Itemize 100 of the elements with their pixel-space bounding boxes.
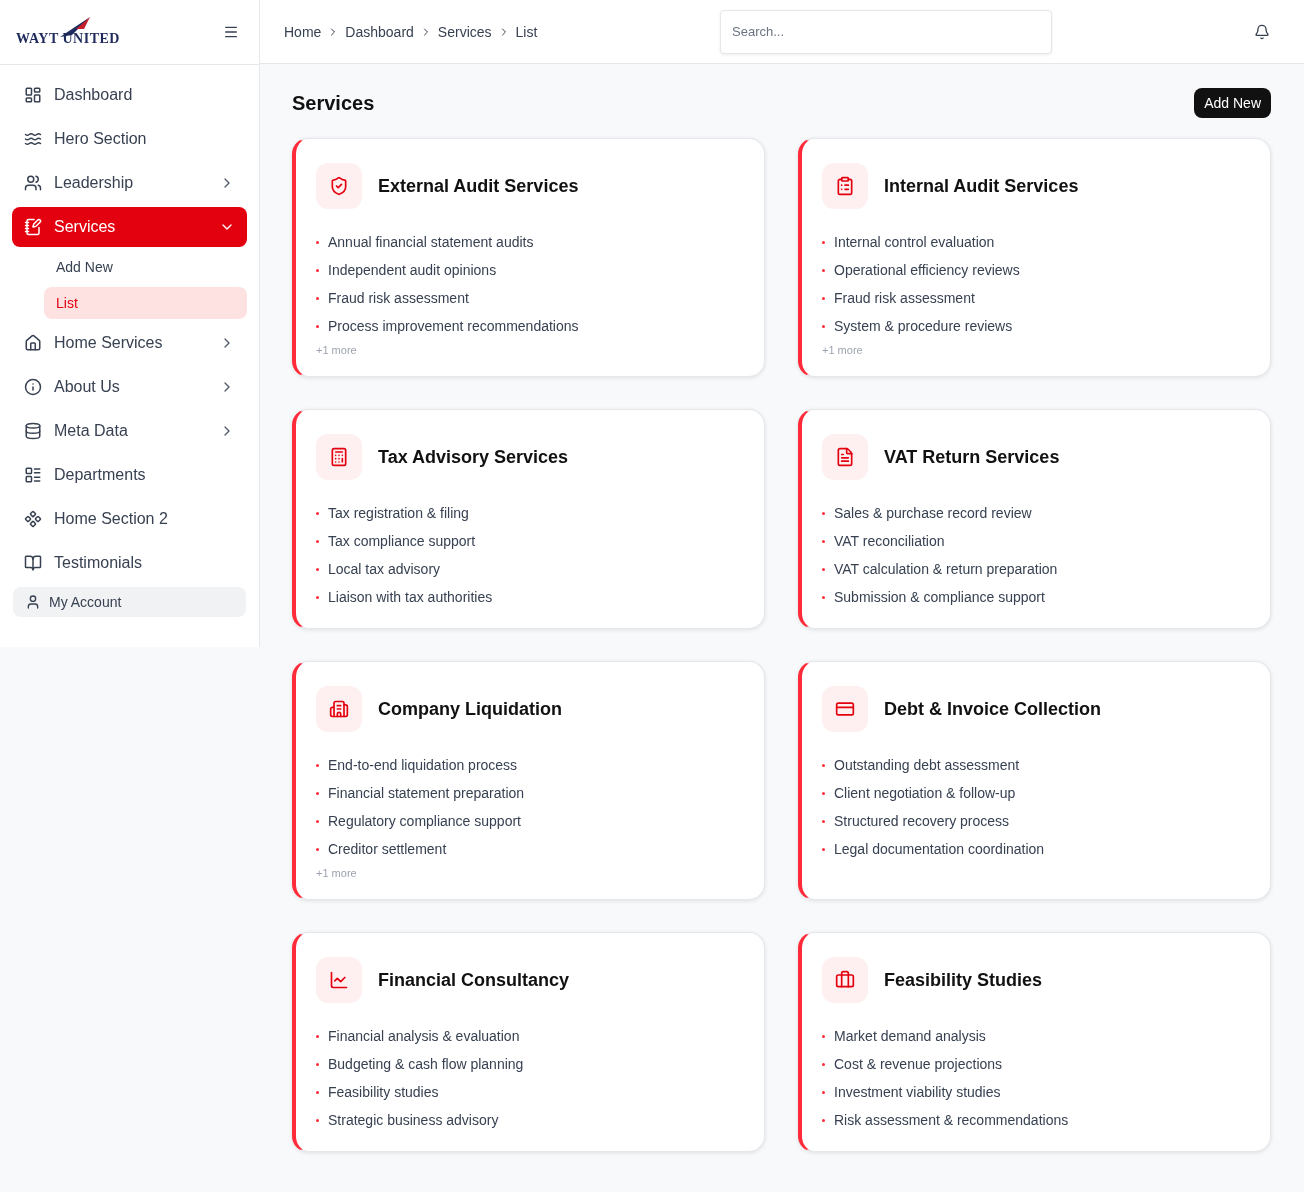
service-point: Legal documentation coordination	[834, 840, 1045, 859]
add-new-button[interactable]: Add New	[1194, 88, 1271, 118]
sidebar-subitem[interactable]: List	[44, 287, 247, 319]
breadcrumb-link[interactable]: List	[515, 23, 538, 40]
card-title: Debt & Invoice Collection	[884, 698, 1102, 720]
service-point: Regulatory compliance support	[328, 812, 521, 831]
service-point: Financial statement preparation	[328, 784, 525, 803]
sidebar-item[interactable]: Departments	[12, 455, 247, 495]
card-title: Company Liquidation	[378, 698, 562, 720]
service-point: Market demand analysis	[834, 1027, 986, 1046]
notification-bell-icon[interactable]	[1254, 23, 1270, 40]
nav-icon	[24, 554, 42, 572]
service-point: Creditor settlement	[328, 840, 447, 859]
nav-icon	[24, 218, 42, 236]
bullet-icon	[822, 1119, 825, 1122]
sidebar-item[interactable]: About Us	[12, 367, 247, 407]
menu-icon[interactable]	[223, 24, 239, 40]
nav-icon	[24, 510, 42, 528]
service-point: Independent audit opinions	[328, 261, 497, 280]
service-point: Investment viability studies	[834, 1083, 1001, 1102]
nav-icon	[24, 130, 42, 148]
service-point: Local tax advisory	[328, 560, 441, 579]
sidebar-item[interactable]: Services	[12, 207, 247, 247]
service-point: Operational efficiency reviews	[834, 261, 1020, 280]
service-point: System & procedure reviews	[834, 317, 1013, 336]
sidebar-item[interactable]: Hero Section	[12, 119, 247, 159]
bullet-icon	[822, 325, 825, 328]
service-point: Tax registration & filing	[328, 504, 469, 523]
sidebar-item[interactable]: Leadership	[12, 163, 247, 203]
card-title: Tax Advisory Services	[378, 446, 569, 468]
bullet-icon	[316, 764, 319, 767]
card-title: External Audit Services	[378, 175, 579, 197]
bullet-icon	[316, 269, 319, 272]
service-point: Feasibility studies	[328, 1083, 439, 1102]
breadcrumb-link[interactable]: Dashboard	[345, 23, 414, 40]
service-point: Process improvement recommendations	[328, 317, 579, 336]
service-icon	[316, 686, 362, 732]
bullet-icon	[316, 241, 319, 244]
service-point: Cost & revenue projections	[834, 1055, 1003, 1074]
bullet-icon	[822, 1091, 825, 1094]
bullet-icon	[822, 848, 825, 851]
service-point: Budgeting & cash flow planning	[328, 1055, 524, 1074]
nav-icon	[24, 422, 42, 440]
service-icon	[316, 434, 362, 480]
service-icon	[822, 957, 868, 1003]
sidebar-item[interactable]: Home Services	[12, 323, 247, 363]
more-count: +1 more	[316, 344, 358, 356]
service-point: Structured recovery process	[834, 812, 1010, 831]
card-title: Internal Audit Services	[884, 175, 1079, 197]
bullet-icon	[316, 512, 319, 515]
service-point: VAT reconciliation	[834, 532, 945, 551]
service-icon	[822, 163, 868, 209]
service-point: Risk assessment & recommendations	[834, 1111, 1069, 1130]
bullet-icon	[316, 1035, 319, 1038]
more-count: +1 more	[822, 344, 864, 356]
service-point: Tax compliance support	[328, 532, 476, 551]
bullet-icon	[822, 1035, 825, 1038]
service-point: Liaison with tax authorities	[328, 588, 493, 607]
nav-icon	[24, 86, 42, 104]
breadcrumb-link[interactable]: Home	[284, 23, 322, 40]
bullet-icon	[316, 297, 319, 300]
bullet-icon	[822, 1063, 825, 1066]
bullet-icon	[822, 820, 825, 823]
bullet-icon	[316, 1063, 319, 1066]
bullet-icon	[822, 297, 825, 300]
bullet-icon	[822, 540, 825, 543]
service-icon	[822, 434, 868, 480]
service-icon	[316, 957, 362, 1003]
service-point: Annual financial statement audits	[328, 233, 534, 252]
service-point: VAT calculation & return preparation	[834, 560, 1058, 579]
service-point: Submission & compliance support	[834, 588, 1045, 607]
breadcrumb-link[interactable]: Services	[437, 23, 492, 40]
bullet-icon	[822, 764, 825, 767]
sidebar-subitem[interactable]: Add New	[44, 251, 247, 283]
sidebar-item[interactable]: Testimonials	[12, 543, 247, 583]
service-point: Financial analysis & evaluation	[328, 1027, 520, 1046]
bullet-icon	[316, 325, 319, 328]
more-count: +1 more	[316, 867, 358, 879]
card-title: Feasibility Studies	[884, 969, 1043, 991]
bullet-icon	[316, 1091, 319, 1094]
account-button[interactable]: My Account	[13, 587, 246, 617]
search-field[interactable]: Search...	[720, 9, 1052, 54]
bullet-icon	[316, 568, 319, 571]
bullet-icon	[316, 1119, 319, 1122]
nav-icon	[24, 334, 42, 352]
service-point: End-to-end liquidation process	[328, 756, 518, 775]
logo-text: WAYT UNITED	[16, 31, 120, 47]
service-point: Fraud risk assessment	[328, 289, 469, 308]
nav-icon	[24, 466, 42, 484]
sidebar-item[interactable]: Home Section 2	[12, 499, 247, 539]
bullet-icon	[822, 241, 825, 244]
bullet-icon	[822, 512, 825, 515]
sidebar-item[interactable]: Dashboard	[12, 75, 247, 115]
bullet-icon	[822, 568, 825, 571]
service-point: Internal control evaluation	[834, 233, 995, 252]
bullet-icon	[822, 596, 825, 599]
card-title: Financial Consultancy	[378, 969, 570, 991]
account-label: My Account	[49, 594, 122, 610]
card-title: VAT Return Services	[884, 446, 1060, 468]
sidebar-item[interactable]: Meta Data	[12, 411, 247, 451]
